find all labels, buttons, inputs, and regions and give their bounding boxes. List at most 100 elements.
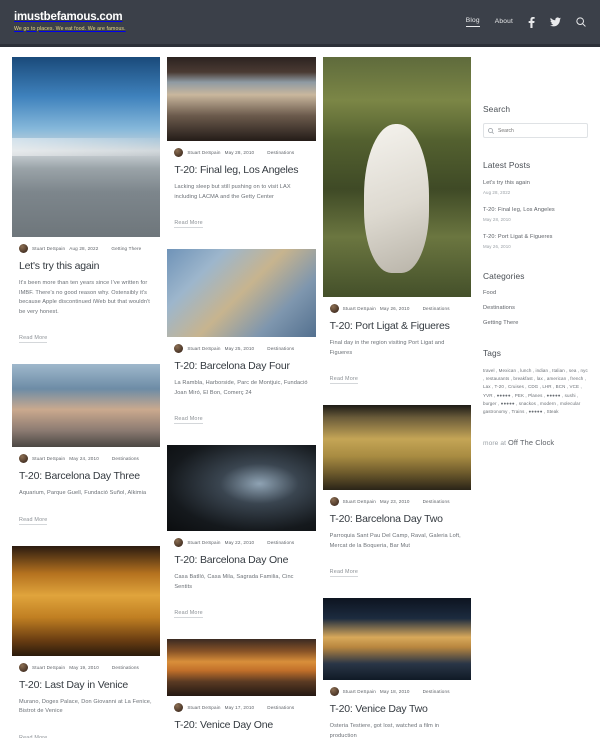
post-thumbnail-venice-night[interactable] (323, 598, 471, 680)
twitter-icon[interactable] (550, 17, 561, 27)
post-title[interactable]: T-20: Barcelona Day Three (19, 470, 153, 483)
byline-date: May 22, 2010 (225, 540, 255, 545)
byline-category[interactable]: Destinations (267, 540, 294, 545)
post-title[interactable]: T-20: Barcelona Day Four (174, 360, 308, 373)
post-card[interactable]: Stuart DeSpain May 23, 2010 Destinations… (323, 405, 471, 587)
post-byline: Stuart DeSpain May 19, 2010 Destinations (19, 663, 153, 672)
post-excerpt: Aquarium, Parque Guell, Fundació Suñol, … (19, 489, 153, 499)
post-byline: Stuart DeSpain May 26, 2010 Destinations (330, 304, 464, 313)
post-column-2: Stuart DeSpain May 28, 2010 Destinations… (167, 57, 315, 738)
post-title[interactable]: T-20: Port Ligat & Figueres (330, 320, 464, 333)
byline-author: Stuart DeSpain (32, 456, 65, 461)
latest-post-date: Aug 28, 2022 (483, 190, 588, 195)
nav-item-blog[interactable]: Blog (466, 17, 480, 27)
post-thumbnail-sunset-lagoon[interactable] (167, 639, 315, 696)
byline-date: May 28, 2010 (225, 150, 255, 155)
byline-category[interactable]: Destinations (423, 499, 450, 504)
post-excerpt: Casa Batlló, Casa Mila, Sagrada Familia,… (174, 573, 308, 592)
post-thumbnail-couple[interactable] (12, 364, 160, 447)
post-title[interactable]: T-20: Barcelona Day One (174, 554, 308, 567)
byline-category[interactable]: Destinations (267, 346, 294, 351)
category-item-food[interactable]: Food (483, 290, 588, 296)
sidebar: Search Latest Posts Let's try this again… (471, 57, 588, 738)
post-card[interactable]: Stuart DeSpain May 22, 2010 Destinations… (167, 445, 315, 628)
latest-post-item[interactable]: T-20: Port Ligat & Figueres May 26, 2010 (483, 233, 588, 249)
byline-category[interactable]: Destinations (267, 705, 294, 710)
read-more-link[interactable]: Read More (330, 376, 358, 384)
post-thumbnail-mosaic-tiles[interactable] (167, 249, 315, 337)
byline-author: Stuart DeSpain (187, 705, 220, 710)
post-title[interactable]: T-20: Barcelona Day Two (330, 513, 464, 526)
header-nav: Blog About (466, 17, 586, 28)
post-title[interactable]: T-20: Venice Day One (174, 719, 308, 732)
post-grid: Stuart DeSpain Aug 28, 2022 Getting Ther… (12, 57, 471, 738)
read-more-link[interactable]: Read More (19, 517, 47, 525)
footer-note-prefix: more at (483, 440, 508, 447)
byline-category[interactable]: Destinations (423, 306, 450, 311)
read-more-link[interactable]: Read More (174, 220, 202, 228)
read-more-link[interactable]: Read More (19, 735, 47, 738)
post-card[interactable]: Stuart DeSpain May 24, 2010 Destinations… (12, 364, 160, 535)
avatar (330, 687, 339, 696)
tag-cloud[interactable]: travel , Mexican , lunch , indian , Ital… (483, 367, 588, 416)
brand-tagline: We go to places. We eat food. We are fam… (14, 25, 126, 34)
post-excerpt: Lacking sleep but still pushing on to vi… (174, 183, 308, 202)
post-column-3: Stuart DeSpain May 26, 2010 Destinations… (323, 57, 471, 738)
latest-post-item[interactable]: T-20: Final leg, Los Angeles May 28, 201… (483, 206, 588, 222)
post-card[interactable]: Stuart DeSpain May 25, 2010 Destinations… (167, 249, 315, 434)
post-card[interactable]: Stuart DeSpain May 19, 2010 Destinations… (12, 546, 160, 738)
post-card[interactable]: Stuart DeSpain May 26, 2010 Destinations… (323, 57, 471, 394)
post-card[interactable]: Stuart DeSpain May 28, 2010 Destinations… (167, 57, 315, 238)
latest-post-item[interactable]: Let's try this again Aug 28, 2022 (483, 179, 588, 195)
post-byline: Stuart DeSpain May 28, 2010 Destinations (174, 148, 308, 157)
facebook-icon[interactable] (528, 17, 535, 28)
latest-post-title[interactable]: T-20: Port Ligat & Figueres (483, 233, 588, 241)
search-icon (488, 128, 494, 134)
post-thumbnail-dark-interior[interactable] (167, 445, 315, 531)
post-card[interactable]: Stuart DeSpain May 17, 2010 Destinations… (167, 639, 315, 738)
byline-category[interactable]: Destinations (267, 150, 294, 155)
post-title[interactable]: T-20: Venice Day Two (330, 703, 464, 716)
brand-title: imustbefamous.com (14, 11, 126, 24)
post-excerpt: Final day in the region visiting Port Li… (330, 339, 464, 358)
byline-category[interactable]: Destinations (112, 456, 139, 461)
footer-note: more at Off The Clock (483, 438, 588, 447)
read-more-link[interactable]: Read More (19, 335, 47, 343)
read-more-link[interactable]: Read More (174, 416, 202, 424)
byline-author: Stuart DeSpain (187, 150, 220, 155)
post-title[interactable]: T-20: Final leg, Los Angeles (174, 164, 308, 177)
post-excerpt: La Rambla, Harborside, Parc de Montjuic,… (174, 379, 308, 398)
post-excerpt: It's been more than ten years since I've… (19, 279, 153, 317)
post-thumbnail-gaudi-facade[interactable] (323, 405, 471, 490)
post-card[interactable]: Stuart DeSpain May 18, 2010 Destinations… (323, 598, 471, 738)
post-thumbnail-hotel-window[interactable] (167, 57, 315, 141)
post-thumbnail-airport[interactable] (12, 57, 160, 237)
widget-title-latest-posts: Latest Posts (483, 160, 588, 170)
latest-post-title[interactable]: Let's try this again (483, 179, 588, 187)
post-card[interactable]: Stuart DeSpain Aug 28, 2022 Getting Ther… (12, 57, 160, 353)
search-icon[interactable] (576, 17, 586, 27)
byline-category[interactable]: Getting There (111, 246, 141, 251)
latest-post-title[interactable]: T-20: Final leg, Los Angeles (483, 206, 588, 214)
site-brand[interactable]: imustbefamous.com We go to places. We ea… (14, 11, 126, 34)
footer-note-link[interactable]: Off The Clock (508, 440, 554, 447)
byline-author: Stuart DeSpain (187, 346, 220, 351)
search-input[interactable] (498, 128, 583, 134)
post-thumbnail-dali-egg[interactable] (323, 57, 471, 297)
category-item-destinations[interactable]: Destinations (483, 305, 588, 311)
post-title[interactable]: Let's try this again (19, 260, 153, 273)
widget-title-search: Search (483, 104, 588, 114)
widget-search: Search (483, 104, 588, 138)
byline-category[interactable]: Destinations (423, 689, 450, 694)
category-item-getting-there[interactable]: Getting There (483, 320, 588, 326)
byline-date: May 24, 2010 (69, 456, 99, 461)
read-more-link[interactable]: Read More (174, 610, 202, 618)
search-box[interactable] (483, 123, 588, 138)
post-thumbnail-opera-house[interactable] (12, 546, 160, 656)
post-title[interactable]: T-20: Last Day in Venice (19, 679, 153, 692)
nav-item-about[interactable]: About (495, 18, 513, 27)
post-excerpt: Osteria Testiere, got lost, watched a fi… (330, 722, 464, 738)
read-more-link[interactable]: Read More (330, 569, 358, 577)
site-header: imustbefamous.com We go to places. We ea… (0, 0, 600, 47)
byline-category[interactable]: Destinations (112, 665, 139, 670)
